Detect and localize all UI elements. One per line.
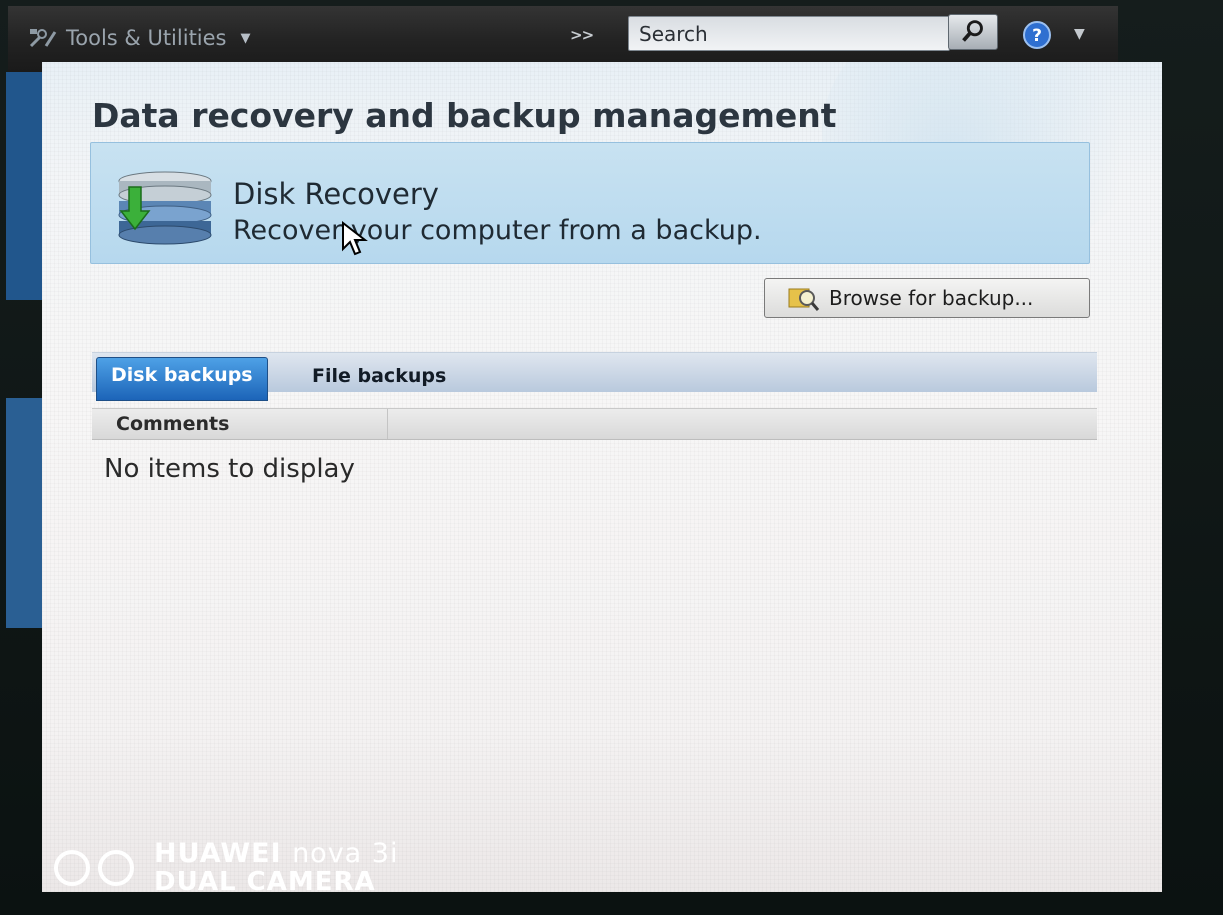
disk-recovery-task[interactable]: Disk Recovery Recover your computer from… [90, 142, 1090, 264]
dual-camera-logo-icon [54, 849, 134, 886]
mouse-cursor-icon [342, 221, 368, 256]
search-placeholder: Search [639, 22, 708, 46]
browse-button-label: Browse for backup... [829, 286, 1034, 310]
column-header-comments[interactable]: Comments [92, 409, 388, 439]
camera-watermark: HUAWEI nova 3i DUAL CAMERA [50, 840, 398, 895]
photo-frame: Tools & Utilities ▼ >> Search ? ▼ Data r… [0, 0, 1223, 915]
task-title: Disk Recovery [233, 177, 439, 211]
watermark-model: nova 3i [292, 838, 399, 869]
tab-disk-backups[interactable]: Disk backups [96, 357, 268, 401]
watermark-camera: DUAL CAMERA [154, 867, 376, 897]
browse-for-backup-button[interactable]: Browse for backup... [764, 278, 1090, 318]
help-chevron-down-icon[interactable]: ▼ [1074, 26, 1085, 42]
search-icon [962, 20, 983, 42]
browse-magnifier-icon [788, 288, 820, 311]
watermark-brand: HUAWEI [154, 838, 282, 869]
search-button[interactable] [948, 14, 998, 50]
page-title: Data recovery and backup management [92, 96, 837, 135]
search-input[interactable]: Search [628, 16, 950, 51]
svg-text:?: ? [1032, 26, 1042, 46]
help-icon[interactable]: ? [1022, 20, 1052, 50]
app-menu[interactable]: Tools & Utilities ▼ [28, 26, 251, 50]
app-title: Tools & Utilities [66, 26, 227, 50]
tools-icon [29, 29, 57, 48]
list-column-headers: Comments [92, 408, 1097, 440]
backup-tabs: Disk backups File backups [92, 352, 1097, 401]
empty-list-message: No items to display [104, 454, 355, 484]
disk-stack-icon [118, 171, 212, 245]
chevron-down-icon[interactable]: ▼ [241, 31, 251, 46]
tab-file-backups[interactable]: File backups [298, 359, 460, 399]
task-description: Recover your computer from a backup. [233, 215, 762, 246]
main-content: Data recovery and backup management Disk… [42, 62, 1162, 892]
overflow-chevrons[interactable]: >> [570, 26, 594, 44]
